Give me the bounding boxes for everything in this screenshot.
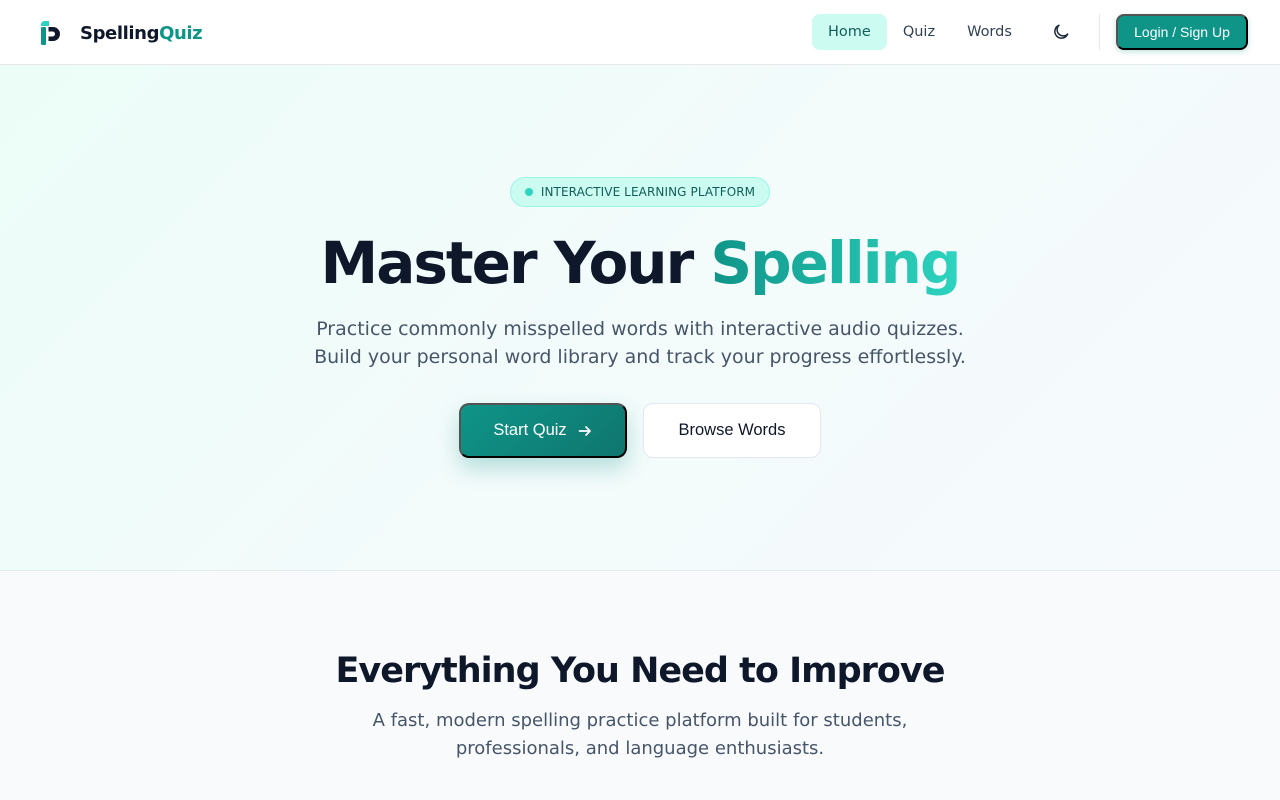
- hero-badge-label: INTERACTIVE LEARNING PLATFORM: [540, 185, 756, 199]
- hero-subtitle-line-2: Build your personal word library and tra…: [314, 346, 966, 368]
- browse-words-button[interactable]: Browse Words: [643, 403, 821, 458]
- theme-toggle-button[interactable]: [1043, 14, 1079, 50]
- features-subtitle-line-2: professionals, and language enthusiasts.: [455, 738, 825, 759]
- hero-title: Master Your Spelling: [0, 223, 1280, 303]
- features-title: Everything You Need to Improve: [335, 651, 946, 691]
- start-quiz-button[interactable]: Start Quiz: [459, 403, 627, 458]
- nav-divider: [1099, 14, 1100, 50]
- hero-subtitle: Practice commonly misspelled words with …: [290, 315, 990, 371]
- start-quiz-label: Start Quiz: [493, 421, 567, 439]
- hero-subtitle-line-1: Practice commonly misspelled words with …: [316, 318, 964, 340]
- navbar: SpellingQuiz Home Quiz Words Login / Sig…: [0, 0, 1280, 65]
- main-nav: Home Quiz Words: [812, 14, 1028, 50]
- features-section: Everything You Need to Improve A fast, m…: [0, 571, 1280, 800]
- nav-link-quiz[interactable]: Quiz: [887, 14, 951, 50]
- features-subtitle-line-1: A fast, modern spelling practice platfor…: [372, 710, 908, 731]
- login-signup-button[interactable]: Login / Sign Up: [1116, 14, 1248, 50]
- hero-title-accent: Spelling: [710, 229, 961, 297]
- hero-section: INTERACTIVE LEARNING PLATFORM Master You…: [0, 65, 1280, 571]
- brand-name: SpellingQuiz: [80, 22, 203, 44]
- nav-link-words[interactable]: Words: [951, 14, 1028, 50]
- arrow-right-icon: [578, 425, 591, 436]
- moon-icon: [1054, 24, 1069, 39]
- hero-title-prefix: Master Your: [320, 229, 695, 297]
- features-subtitle: A fast, modern spelling practice platfor…: [340, 707, 940, 763]
- brand-name-prefix: Spelling: [80, 22, 160, 44]
- app-logo-icon: [41, 21, 60, 45]
- hero-badge: INTERACTIVE LEARNING PLATFORM: [510, 177, 770, 207]
- nav-link-home[interactable]: Home: [812, 14, 887, 50]
- badge-dot-icon: [524, 188, 533, 196]
- brand-home-link[interactable]: SpellingQuiz: [40, 20, 203, 46]
- brand-name-accent: Quiz: [159, 22, 203, 44]
